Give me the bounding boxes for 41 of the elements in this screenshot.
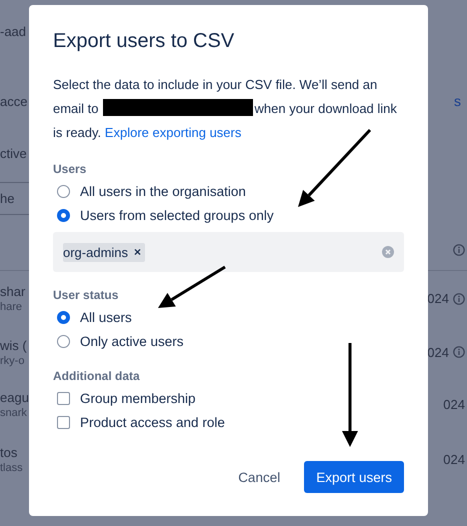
date-text: 024 (427, 344, 449, 360)
section-label: User status (53, 288, 120, 302)
radio-icon[interactable] (57, 184, 70, 198)
radio-icon[interactable] (57, 334, 70, 348)
date-text: 024 (443, 397, 465, 412)
dialog-title: Export users to CSV (53, 30, 236, 53)
user-name: shar (0, 284, 26, 299)
annotation-arrow (158, 266, 226, 308)
export-button[interactable]: Export users (304, 461, 404, 493)
user-name: ctive (0, 146, 28, 160)
user-email: tlass (0, 462, 24, 474)
user-name: -aad (0, 24, 28, 38)
radio-option[interactable]: Users from selected groups only (53, 203, 404, 227)
intro-text: Select the data to include in your CSV file. We’ll send an email to when your download link is ready. Explore exporting users (53, 76, 398, 142)
checkbox-icon[interactable] (57, 416, 70, 428)
explore-link[interactable]: Explore exporting users (104, 125, 242, 140)
radio-icon[interactable] (57, 310, 70, 324)
section-label: Additional data (53, 369, 141, 383)
radio-option[interactable]: All users (53, 305, 404, 329)
user-name: tos (0, 444, 18, 460)
group-tag: org-admins × (63, 242, 146, 262)
checkbox-option[interactable]: Product access and role (53, 410, 404, 434)
checkbox-option[interactable]: Group membership (53, 386, 404, 410)
user-email: rky-o (0, 354, 26, 366)
section-label: Users (53, 162, 88, 176)
user-name: eagu (0, 390, 29, 405)
radio-option[interactable]: All users in the organisation (53, 179, 404, 203)
cancel-button[interactable]: Cancel (226, 461, 292, 493)
user-email: snark (0, 407, 28, 419)
group-select-field[interactable]: org-admins × (53, 232, 404, 272)
date-text: 024 (427, 291, 449, 306)
radio-option[interactable]: Only active users (53, 329, 404, 353)
checkbox-icon[interactable] (57, 392, 70, 404)
clear-icon[interactable] (382, 246, 394, 258)
link-text: s (454, 93, 461, 109)
date-text: 024 (443, 452, 465, 466)
user-name: acce (0, 94, 28, 108)
user-email: hare (0, 301, 24, 313)
radio-icon[interactable] (57, 208, 70, 222)
user-name: wis ( (0, 338, 28, 352)
remove-tag-button[interactable]: × (134, 245, 142, 259)
